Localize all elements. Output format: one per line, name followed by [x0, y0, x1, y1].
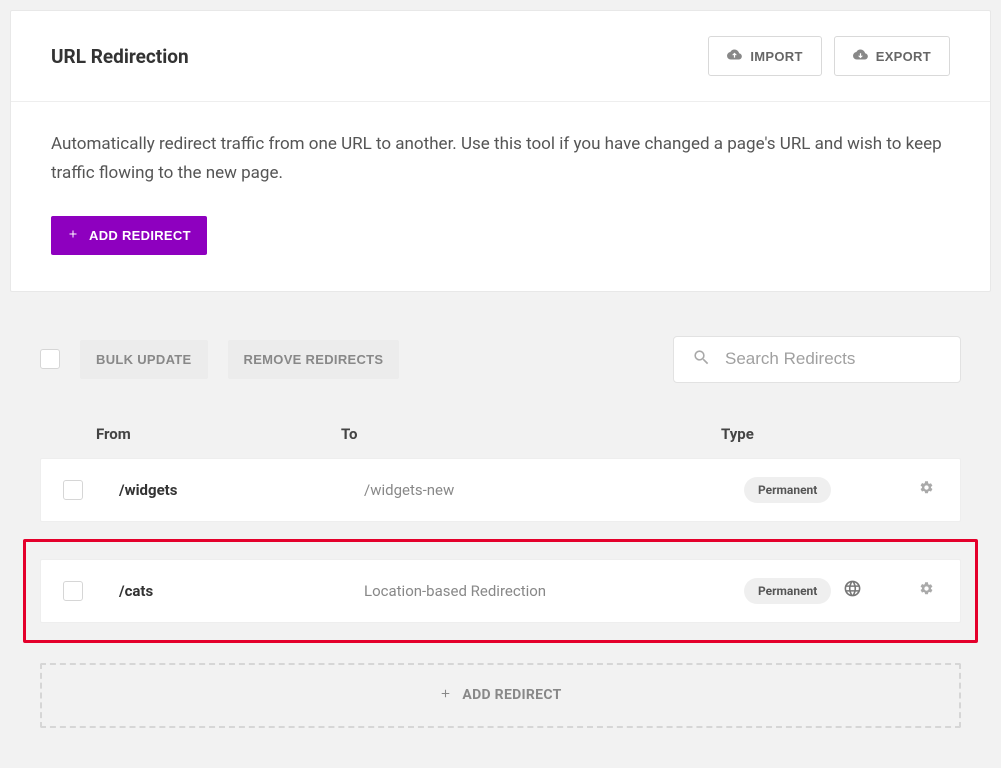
row-type-cell: Permanent — [744, 477, 919, 503]
cloud-upload-icon — [727, 47, 742, 65]
redirect-row[interactable]: /cats Location-based Redirection Permane… — [40, 559, 961, 623]
row-from: /widgets — [119, 481, 364, 499]
plus-icon — [439, 687, 452, 704]
plus-icon — [67, 228, 79, 243]
table-row-highlighted: /cats Location-based Redirection Permane… — [23, 539, 978, 643]
row-settings-button[interactable] — [919, 480, 938, 499]
row-checkbox[interactable] — [63, 581, 83, 601]
row-to: /widgets-new — [364, 481, 744, 499]
add-redirect-footer-button[interactable]: ADD REDIRECT — [40, 663, 961, 728]
select-all-checkbox[interactable] — [40, 349, 60, 369]
row-type-cell: Permanent — [744, 578, 919, 604]
description-text: Automatically redirect traffic from one … — [11, 102, 990, 196]
cloud-download-icon — [853, 47, 868, 65]
row-settings-button[interactable] — [919, 581, 938, 600]
type-pill: Permanent — [744, 477, 831, 503]
page-title: URL Redirection — [51, 45, 189, 68]
url-redirection-panel: URL Redirection IMPORT EXPORT Automatica… — [10, 10, 991, 292]
col-from: From — [96, 425, 341, 443]
export-label: EXPORT — [876, 49, 931, 64]
header-row: URL Redirection IMPORT EXPORT — [11, 11, 990, 102]
add-redirect-footer-label: ADD REDIRECT — [462, 687, 561, 703]
gear-icon — [919, 480, 934, 499]
add-redirect-button[interactable]: ADD REDIRECT — [51, 216, 207, 255]
add-redirect-row: ADD REDIRECT — [11, 196, 990, 291]
table-header: From To Type — [40, 401, 961, 455]
row-to: Location-based Redirection — [364, 582, 744, 600]
import-label: IMPORT — [750, 49, 802, 64]
header-actions: IMPORT EXPORT — [708, 36, 950, 76]
redirect-row[interactable]: /widgets /widgets-new Permanent — [40, 458, 961, 522]
table-row: /widgets /widgets-new Permanent — [40, 455, 961, 525]
globe-icon — [843, 579, 862, 602]
remove-redirects-button[interactable]: REMOVE REDIRECTS — [228, 340, 400, 379]
col-to: To — [341, 425, 721, 443]
list-toolbar: BULK UPDATE REMOVE REDIRECTS — [0, 292, 1001, 401]
type-pill: Permanent — [744, 578, 831, 604]
gear-icon — [919, 581, 934, 600]
bulk-update-button[interactable]: BULK UPDATE — [80, 340, 208, 379]
list-toolbar-left: BULK UPDATE REMOVE REDIRECTS — [40, 340, 399, 379]
search-input[interactable] — [725, 349, 942, 369]
row-checkbox[interactable] — [63, 480, 83, 500]
row-from: /cats — [119, 582, 364, 600]
add-redirect-label: ADD REDIRECT — [89, 228, 191, 243]
import-button[interactable]: IMPORT — [708, 36, 821, 76]
export-button[interactable]: EXPORT — [834, 36, 950, 76]
search-icon — [692, 348, 711, 371]
search-box[interactable] — [673, 336, 961, 383]
redirects-table: From To Type /widgets /widgets-new Perma… — [0, 401, 1001, 768]
col-type: Type — [721, 425, 941, 443]
